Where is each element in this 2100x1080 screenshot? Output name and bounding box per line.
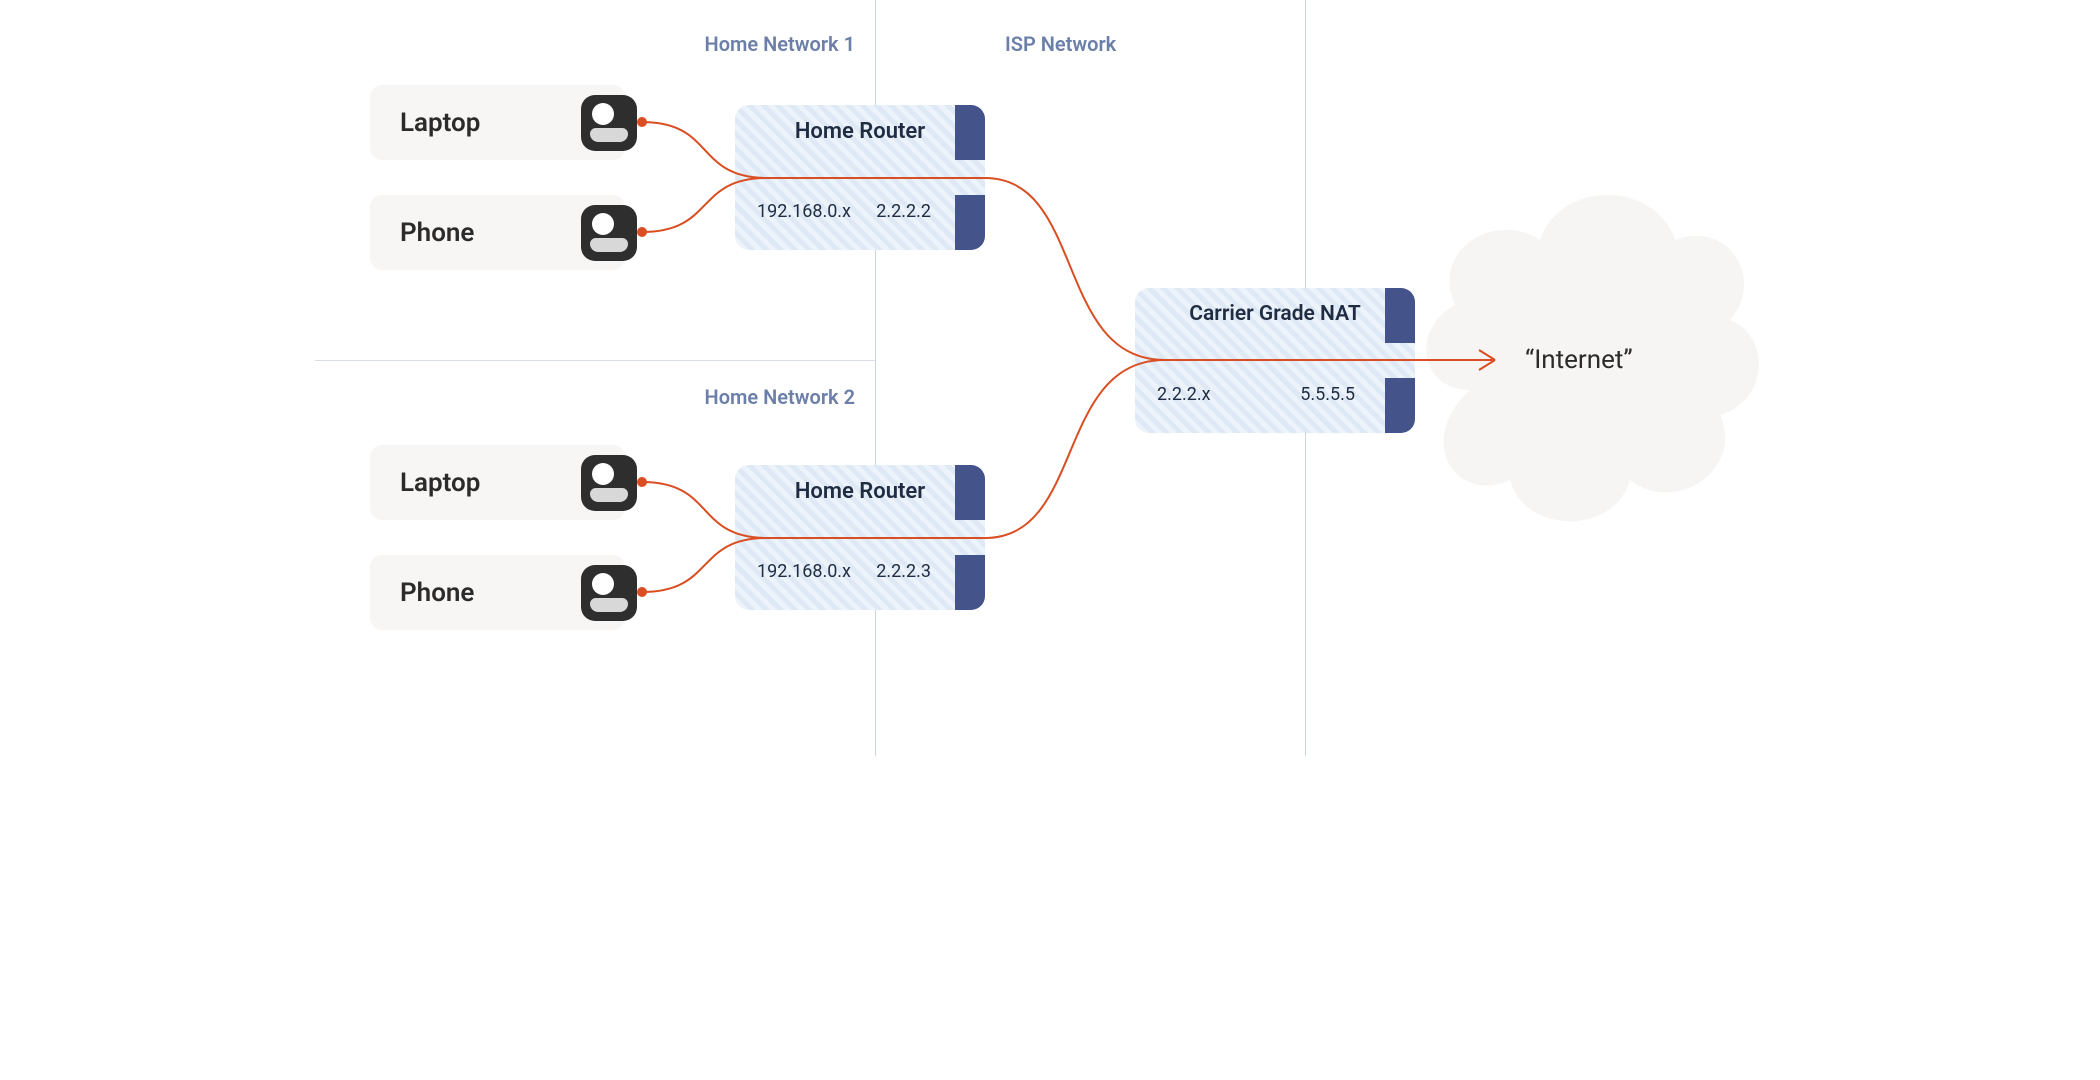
device-icon — [581, 455, 637, 511]
device-n2-phone: Phone — [370, 555, 625, 630]
device-icon — [581, 565, 637, 621]
diagram-canvas: Home Network 1 ISP Network Home Network … — [315, 0, 1785, 756]
router-title: Home Router — [735, 119, 985, 144]
router-wan-ip: 5.5.5.5 — [1300, 384, 1355, 405]
router-wan-port — [955, 105, 985, 160]
router-wan-port — [955, 465, 985, 520]
connection-origin-dot — [637, 587, 647, 597]
router-wan-ip: 2.2.2.2 — [876, 201, 931, 222]
internet-label: “Internet” — [1525, 345, 1633, 375]
device-icon — [581, 95, 637, 151]
section-label-home2: Home Network 2 — [705, 385, 855, 409]
router-wan-port — [955, 555, 985, 610]
router-wan-port — [1385, 378, 1415, 433]
device-label: Phone — [400, 578, 474, 608]
device-n1-phone: Phone — [370, 195, 625, 270]
router-lan-ip: 2.2.2.x — [1157, 384, 1211, 405]
router-wan-ip: 2.2.2.3 — [876, 561, 931, 582]
router-title: Home Router — [735, 479, 985, 504]
device-n2-laptop: Laptop — [370, 445, 625, 520]
device-label: Laptop — [400, 108, 480, 138]
connection-origin-dot — [637, 477, 647, 487]
connection-origin-dot — [637, 117, 647, 127]
router-title: Carrier Grade NAT — [1135, 302, 1415, 326]
device-label: Phone — [400, 218, 474, 248]
device-icon — [581, 205, 637, 261]
router-wan-port — [1385, 288, 1415, 343]
connection-origin-dot — [637, 227, 647, 237]
device-n1-laptop: Laptop — [370, 85, 625, 160]
home-router-1: Home Router 192.168.0.x 2.2.2.2 — [735, 105, 985, 250]
router-lan-ip: 192.168.0.x — [757, 561, 851, 582]
section-label-home1: Home Network 1 — [705, 32, 855, 56]
section-label-isp: ISP Network — [1005, 32, 1116, 56]
home-router-2: Home Router 192.168.0.x 2.2.2.3 — [735, 465, 985, 610]
router-wan-port — [955, 195, 985, 250]
carrier-grade-nat: Carrier Grade NAT 2.2.2.x 5.5.5.5 — [1135, 288, 1415, 433]
boundary-home1-home2 — [315, 360, 875, 361]
device-label: Laptop — [400, 468, 480, 498]
router-lan-ip: 192.168.0.x — [757, 201, 851, 222]
